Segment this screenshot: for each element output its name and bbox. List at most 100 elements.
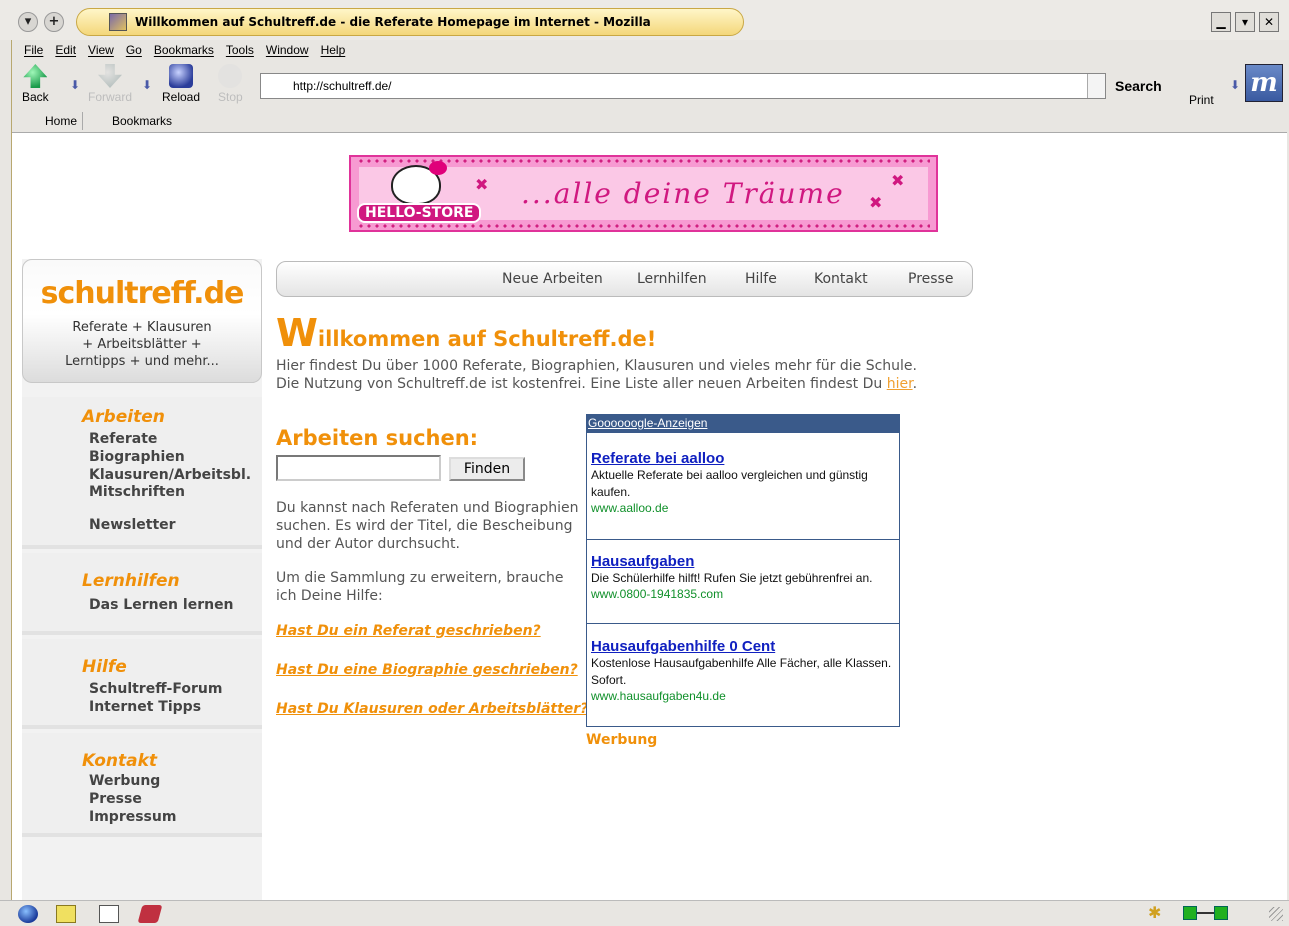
print-dropdown-icon[interactable]: ⬇	[1230, 78, 1240, 92]
menu-bar: File Edit View Go Bookmarks Tools Window…	[12, 40, 1289, 60]
tagline-line: Referate + Klausuren	[72, 320, 212, 335]
topnav-hilfe[interactable]: Hilfe	[745, 271, 777, 287]
browser-globe-icon[interactable]	[18, 905, 38, 923]
ad-text: Aktuelle Referate bei aalloo vergleichen…	[591, 468, 868, 499]
sidebar-link-forum[interactable]: Schultreff-Forum	[89, 681, 222, 697]
sidebar-link-werbung[interactable]: Werbung	[89, 773, 160, 789]
reload-button[interactable]: Reload	[162, 64, 200, 104]
sidebar-heading-hilfe[interactable]: Hilfe	[82, 657, 127, 677]
personal-toolbar: Home Bookmarks	[12, 110, 1289, 132]
menu-tools[interactable]: Tools	[226, 43, 254, 57]
left-sidebar: schultreff.de Referate + Klausuren + Arb…	[22, 259, 262, 900]
print-button[interactable]: Print	[1189, 93, 1214, 107]
banner-slogan: ...alle deine Träume	[521, 177, 845, 210]
sidebar-heading-arbeiten[interactable]: Arbeiten	[82, 407, 165, 427]
sidebar-link-klausuren[interactable]: Klausuren/Arbeitsbl.	[89, 467, 251, 483]
online-status-left	[1183, 906, 1197, 920]
sidebar-link-referate[interactable]: Referate	[89, 431, 157, 447]
sidebar-link-impressum[interactable]: Impressum	[89, 809, 176, 825]
banner-store-label: HELLO-STORE	[357, 203, 482, 223]
submit-klausuren-link[interactable]: Hast Du Klausuren oder Arbeitsblätter?	[276, 701, 588, 717]
composer-icon[interactable]	[99, 905, 119, 923]
flower-icon: ✖	[869, 193, 883, 212]
search-button[interactable]: Search	[1115, 78, 1162, 94]
url-text: http://schultreff.de/	[293, 79, 392, 93]
ad-title[interactable]: Hausaufgaben	[591, 553, 895, 570]
sidebar-section-hilfe: Hilfe Schultreff-Forum Internet Tipps	[22, 639, 262, 729]
new-works-link[interactable]: hier	[887, 376, 913, 392]
forward-history-dropdown-icon[interactable]: ⬇	[142, 78, 152, 92]
search-input[interactable]	[276, 455, 441, 481]
forward-button[interactable]: Forward	[88, 64, 132, 104]
minimize-button[interactable]: ▁	[1211, 12, 1231, 32]
stop-button[interactable]: Stop	[218, 64, 243, 104]
hello-kitty-image	[391, 161, 447, 205]
home-button[interactable]: Home	[45, 114, 77, 128]
ad-title[interactable]: Hausaufgabenhilfe 0 Cent	[591, 638, 895, 655]
menu-edit[interactable]: Edit	[55, 43, 76, 57]
sidebar-section-kontakt: Kontakt Werbung Presse Impressum	[22, 733, 262, 837]
mail-icon[interactable]	[56, 905, 76, 923]
toolbar-separator	[82, 112, 83, 130]
sidebar-link-presse[interactable]: Presse	[89, 791, 142, 807]
topnav-kontakt[interactable]: Kontakt	[814, 271, 868, 287]
topnav-presse[interactable]: Presse	[908, 271, 953, 287]
submit-referat-link[interactable]: Hast Du ein Referat geschrieben?	[276, 623, 541, 639]
window-menu-buttons: ▾ +	[18, 12, 64, 32]
ad-url[interactable]: www.aalloo.de	[591, 501, 895, 515]
ad-url[interactable]: www.0800-1941835.com	[591, 587, 895, 601]
title-initial: W	[276, 311, 318, 355]
menu-view[interactable]: View	[88, 43, 114, 57]
sidebar-link-lernen[interactable]: Das Lernen lernen	[89, 597, 234, 613]
ad-title[interactable]: Referate bei aalloo	[591, 450, 895, 467]
maximize-button[interactable]: ▾	[1235, 12, 1255, 32]
resize-grip-icon[interactable]	[1269, 907, 1283, 921]
window-controls: ▁ ▾ ✕	[1211, 12, 1279, 32]
mozilla-throbber-icon[interactable]: m	[1245, 64, 1283, 102]
topnav-lernhilfen[interactable]: Lernhilfen	[637, 271, 707, 287]
sidebar-link-internet-tipps[interactable]: Internet Tipps	[89, 699, 201, 715]
security-icon[interactable]: ✱	[1148, 903, 1161, 922]
navigation-toolbar: Back ⬇ Forward ⬇ Reload Stop http://schu…	[12, 60, 1289, 110]
kitty-bow	[429, 161, 447, 175]
site-logo: schultreff.de	[40, 276, 245, 311]
sidebar-heading-kontakt[interactable]: Kontakt	[82, 751, 157, 771]
window-title: Willkommen auf Schultreff.de - die Refer…	[135, 15, 651, 29]
menu-file[interactable]: File	[24, 43, 43, 57]
sidebar-link-mitschriften[interactable]: Mitschriften	[89, 484, 185, 500]
bookmarks-button[interactable]: Bookmarks	[112, 114, 172, 128]
menu-window[interactable]: Window	[266, 43, 309, 57]
sidebar-link-newsletter[interactable]: Newsletter	[89, 517, 176, 533]
menu-help[interactable]: Help	[321, 43, 346, 57]
sidebar-heading-lernhilfen[interactable]: Lernhilfen	[82, 571, 180, 591]
ad-text: Die Schülerhilfe hilft! Rufen Sie jetzt …	[591, 571, 873, 585]
hello-store-banner[interactable]: HELLO-STORE ✖ ...alle deine Träume ✖ ✖	[349, 155, 938, 232]
submit-biographie-link[interactable]: Hast Du eine Biographie geschrieben?	[276, 662, 578, 678]
sidebar-link-biographien[interactable]: Biographien	[89, 449, 185, 465]
close-button[interactable]: ✕	[1259, 12, 1279, 32]
page-content: HELLO-STORE ✖ ...alle deine Träume ✖ ✖ s…	[12, 132, 1287, 900]
online-status-icon[interactable]	[1183, 906, 1228, 920]
window-titlebar: ▾ + Willkommen auf Schultreff.de - die R…	[0, 0, 1289, 40]
ad-item: Hausaufgaben Die Schülerhilfe hilft! Ruf…	[587, 540, 899, 624]
menu-bookmarks[interactable]: Bookmarks	[154, 43, 214, 57]
flower-icon: ✖	[475, 175, 489, 194]
intro-line-2: Die Nutzung von Schultreff.de ist kosten…	[276, 375, 956, 393]
address-book-icon[interactable]	[137, 905, 163, 923]
site-logo-box[interactable]: schultreff.de Referate + Klausuren + Arb…	[22, 259, 262, 383]
window-sticky-button[interactable]: +	[44, 12, 64, 32]
finden-button[interactable]: Finden	[449, 457, 525, 481]
ad-url[interactable]: www.hausaufgaben4u.de	[591, 689, 895, 703]
ads-header[interactable]: Goooooogle-Anzeigen	[587, 415, 899, 433]
help-description: Um die Sammlung zu erweitern, brauche ic…	[276, 570, 564, 604]
menu-go[interactable]: Go	[126, 43, 142, 57]
back-history-dropdown-icon[interactable]: ⬇	[70, 78, 80, 92]
window-menu-button[interactable]: ▾	[18, 12, 38, 32]
url-field[interactable]: http://schultreff.de/	[260, 73, 1106, 99]
topnav-neue-arbeiten[interactable]: Neue Arbeiten	[502, 271, 603, 287]
url-dropdown-button[interactable]	[1087, 74, 1105, 98]
reload-label: Reload	[162, 90, 201, 104]
back-button[interactable]: Back	[22, 64, 49, 104]
back-arrow-icon	[23, 64, 48, 88]
online-status-right	[1214, 906, 1228, 920]
